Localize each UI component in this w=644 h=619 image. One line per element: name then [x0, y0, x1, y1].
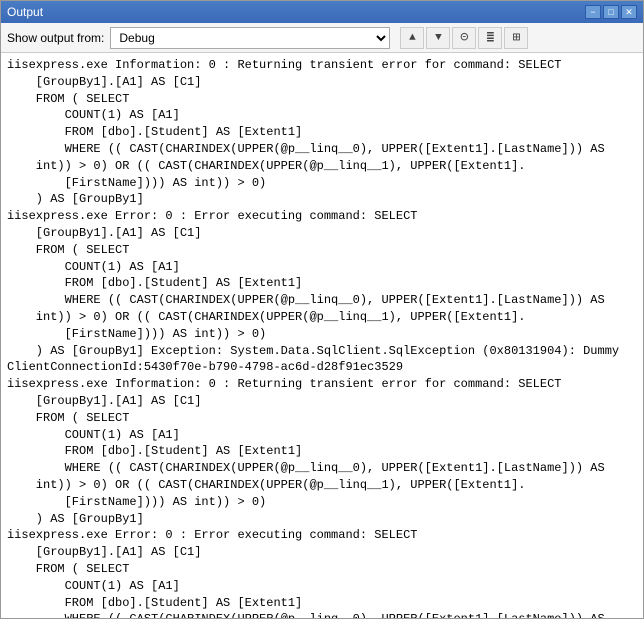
output-source-select[interactable]: Debug Build Run: [110, 27, 390, 49]
title-bar-controls: − □ ✕: [585, 5, 637, 19]
toggle-output-button[interactable]: ⊞: [504, 27, 528, 49]
window-title: Output: [7, 5, 43, 19]
toolbar: Show output from: Debug Build Run ▲ ▼ ⊝ …: [1, 23, 643, 53]
clear-all-button[interactable]: ⊝: [452, 27, 476, 49]
toolbar-buttons: ▲ ▼ ⊝ ≣ ⊞: [400, 27, 528, 49]
output-window: Output − □ ✕ Show output from: Debug Bui…: [0, 0, 644, 619]
restore-button[interactable]: □: [603, 5, 619, 19]
toggle-word-wrap-button[interactable]: ≣: [478, 27, 502, 49]
output-text: iisexpress.exe Information: 0 : Returnin…: [7, 57, 637, 618]
title-bar-left: Output: [7, 5, 43, 19]
title-bar: Output − □ ✕: [1, 1, 643, 23]
minimize-button[interactable]: −: [585, 5, 601, 19]
scroll-down-button[interactable]: ▼: [426, 27, 450, 49]
close-button[interactable]: ✕: [621, 5, 637, 19]
scroll-up-button[interactable]: ▲: [400, 27, 424, 49]
show-output-label: Show output from:: [7, 31, 104, 45]
output-area[interactable]: iisexpress.exe Information: 0 : Returnin…: [1, 53, 643, 618]
